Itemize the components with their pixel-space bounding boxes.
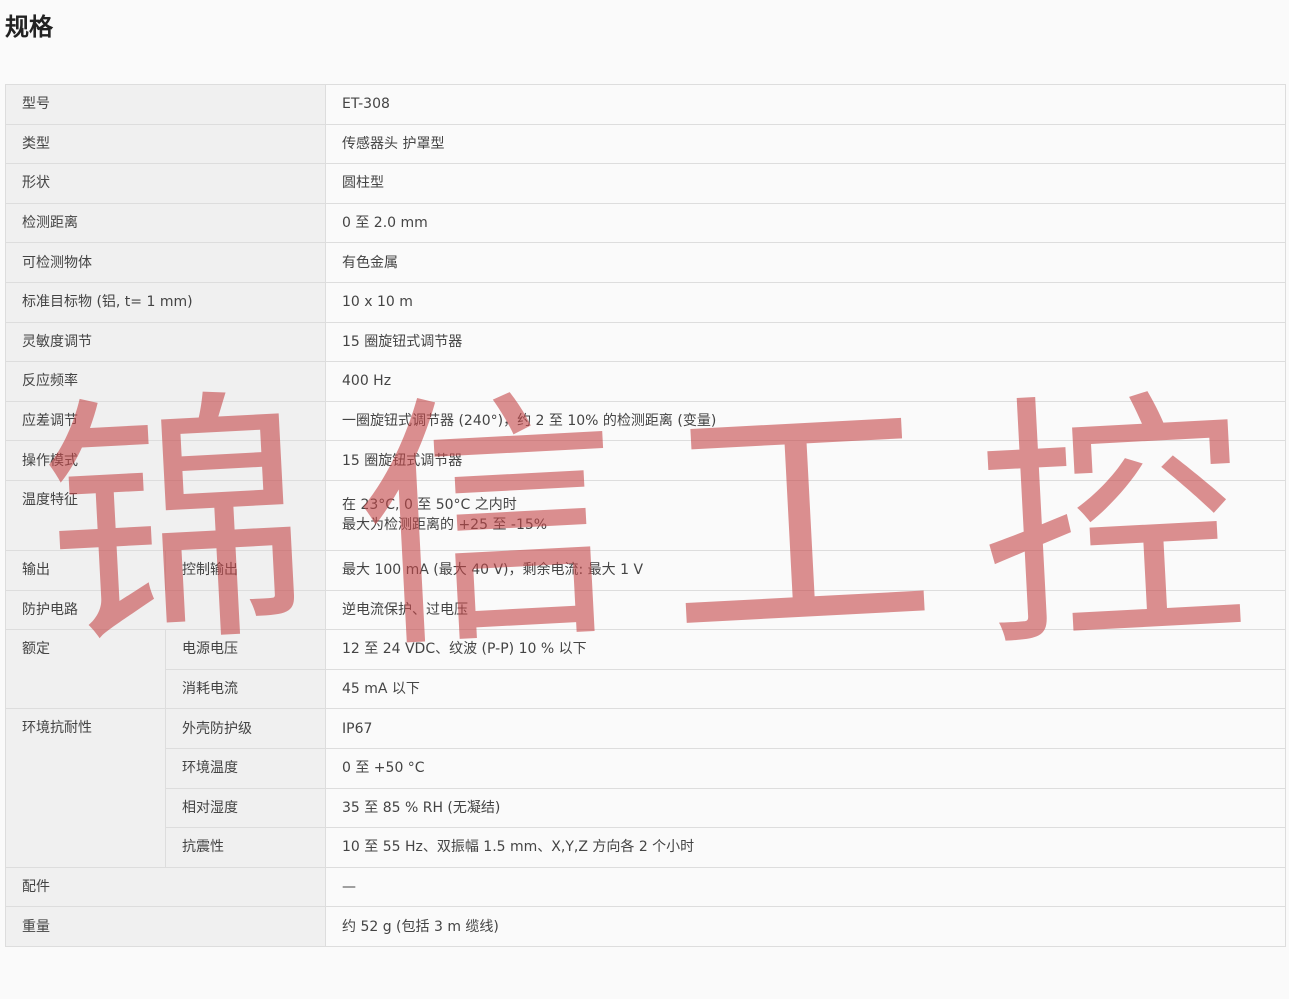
spec-label: 输出 xyxy=(5,549,166,591)
table-row-rating-current: 消耗电流 45 mA 以下 xyxy=(6,668,1286,710)
table-row-objects: 可检测物体 有色金属 xyxy=(5,242,1286,283)
spec-value-line: 在 23°C, 0 至 50°C 之内时 xyxy=(342,497,517,514)
spec-value: 15 圈旋钮式调节器 xyxy=(325,440,1286,481)
spec-value: 400 Hz xyxy=(325,361,1286,402)
spec-value: 逆电流保护、过电压 xyxy=(325,589,1286,631)
table-row-frequency: 反应频率 400 Hz xyxy=(5,361,1286,402)
table-row-weight: 重量 约 52 g (包括 3 m 缆线) xyxy=(5,906,1286,947)
spec-value: 12 至 24 VDC、纹波 (P-P) 10 % 以下 xyxy=(325,629,1286,670)
spec-value: — xyxy=(325,866,1286,908)
spec-label: 标准目标物 (铝, t= 1 mm) xyxy=(5,281,326,323)
table-row-distance: 检测距离 0 至 2.0 mm xyxy=(5,202,1286,244)
spec-value: 传感器头 护罩型 xyxy=(325,123,1286,165)
spec-label: 防护电路 xyxy=(5,589,326,631)
table-row-env-vibration: 抗震性 10 至 55 Hz、双振幅 1.5 mm、X,Y,Z 方向各 2 个小… xyxy=(6,827,1286,868)
table-row-model: 型号 ET-308 xyxy=(5,84,1286,125)
table-row-accessories: 配件 — xyxy=(5,866,1286,908)
spec-value: 10 至 55 Hz、双振幅 1.5 mm、X,Y,Z 方向各 2 个小时 xyxy=(325,827,1286,868)
table-row-operation: 操作模式 15 圈旋钮式调节器 xyxy=(5,440,1286,481)
spec-label: 重量 xyxy=(5,906,326,947)
spec-value: 0 至 +50 °C xyxy=(325,747,1286,789)
table-row-env-enclosure: 环境抗耐性 外壳防护级 IP67 xyxy=(5,708,1286,868)
spec-value-line: 最大为检测距离的 +25 至 -15% xyxy=(342,517,548,534)
spec-label: 灵敏度调节 xyxy=(5,321,326,363)
spec-value: 45 mA 以下 xyxy=(325,668,1286,710)
spec-table: 型号 ET-308 类型 传感器头 护罩型 形状 圆柱型 检测距离 0 至 2.… xyxy=(5,84,1286,947)
spec-sublabel: 电源电压 xyxy=(165,629,326,670)
spec-value: ET-308 xyxy=(325,84,1286,125)
spec-sublabel: 相对湿度 xyxy=(165,787,326,829)
table-row-hysteresis: 应差调节 一圈旋钮式调节器 (240°)，约 2 至 10% 的检测距离 (变量… xyxy=(5,400,1286,442)
table-row-target: 标准目标物 (铝, t= 1 mm) 10 x 10 m xyxy=(5,281,1286,323)
table-row-env-temperature: 环境温度 0 至 +50 °C xyxy=(6,747,1286,789)
spec-value: IP67 xyxy=(325,708,1286,749)
table-row-temperature: 温度特征 在 23°C, 0 至 50°C 之内时 最大为检测距离的 +25 至… xyxy=(5,479,1286,551)
spec-value: 在 23°C, 0 至 50°C 之内时 最大为检测距离的 +25 至 -15% xyxy=(325,479,1286,551)
spec-value: 圆柱型 xyxy=(325,163,1286,204)
spec-label: 检测距离 xyxy=(5,202,326,244)
spec-value: 最大 100 mA (最大 40 V)，剩余电流: 最大 1 V xyxy=(325,549,1286,591)
spec-label: 类型 xyxy=(5,123,326,165)
table-row-rating-voltage: 额定 电源电压 12 至 24 VDC、纹波 (P-P) 10 % 以下 xyxy=(5,629,1286,710)
table-row-output: 输出 控制输出 最大 100 mA (最大 40 V)，剩余电流: 最大 1 V xyxy=(5,549,1286,591)
spec-value: 35 至 85 % RH (无凝结) xyxy=(325,787,1286,829)
spec-label: 形状 xyxy=(5,163,326,204)
spec-label: 操作模式 xyxy=(5,440,326,481)
spec-sublabel: 抗震性 xyxy=(165,827,326,868)
table-row-protection: 防护电路 逆电流保护、过电压 xyxy=(5,589,1286,631)
table-row-type: 类型 传感器头 护罩型 xyxy=(5,123,1286,165)
spec-label: 应差调节 xyxy=(5,400,326,442)
spec-label: 环境抗耐性 xyxy=(5,708,166,868)
spec-value: 一圈旋钮式调节器 (240°)，约 2 至 10% 的检测距离 (变量) xyxy=(325,400,1286,442)
table-row-env-humidity: 相对湿度 35 至 85 % RH (无凝结) xyxy=(6,787,1286,829)
spec-value: 约 52 g (包括 3 m 缆线) xyxy=(325,906,1286,947)
spec-label: 配件 xyxy=(5,866,326,908)
table-row-shape: 形状 圆柱型 xyxy=(5,163,1286,204)
table-row-sensitivity: 灵敏度调节 15 圈旋钮式调节器 xyxy=(5,321,1286,363)
spec-value: 10 x 10 m xyxy=(325,281,1286,323)
spec-label: 额定 xyxy=(5,629,166,710)
spec-label: 可检测物体 xyxy=(5,242,326,283)
spec-sublabel: 控制输出 xyxy=(165,549,326,591)
spec-label: 反应频率 xyxy=(5,361,326,402)
spec-page: 规格 型号 ET-308 类型 传感器头 护罩型 形状 圆柱型 检测距离 0 至… xyxy=(0,0,1289,999)
page-title: 规格 xyxy=(5,13,53,41)
spec-value: 15 圈旋钮式调节器 xyxy=(325,321,1286,363)
spec-sublabel: 环境温度 xyxy=(165,747,326,789)
spec-sublabel: 消耗电流 xyxy=(165,668,326,710)
spec-label: 温度特征 xyxy=(5,479,326,551)
spec-value: 0 至 2.0 mm xyxy=(325,202,1286,244)
spec-label: 型号 xyxy=(5,84,326,125)
spec-sublabel: 外壳防护级 xyxy=(165,708,326,749)
spec-value: 有色金属 xyxy=(325,242,1286,283)
